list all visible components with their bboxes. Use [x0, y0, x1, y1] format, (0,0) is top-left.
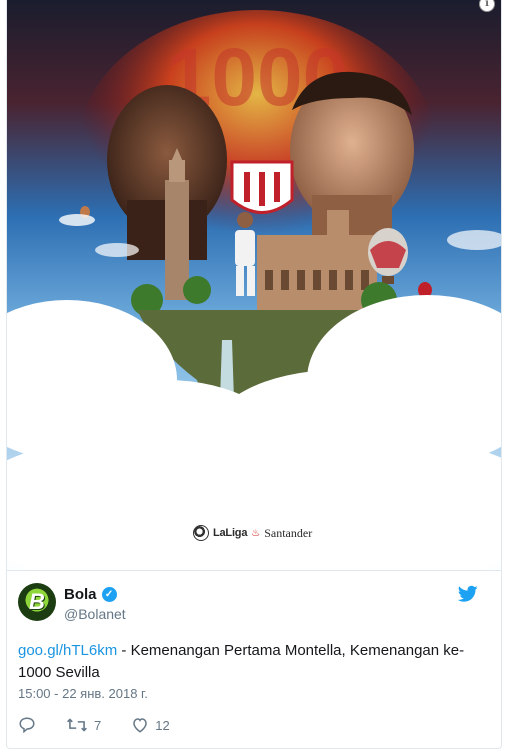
tweet-text: goo.gl/hTL6km - Kemenangan Pertama Monte… [18, 640, 480, 684]
tweet-timestamp[interactable]: 15:00 - 22 янв. 2018 г. [18, 686, 148, 701]
retweet-button[interactable]: 7 [66, 716, 101, 734]
laliga-brand: LaLiga [213, 527, 248, 539]
like-button[interactable]: 12 [131, 716, 170, 734]
laliga-logo: LaLiga ♨ Santander [193, 524, 312, 542]
tweet-header: B Bola ✓ @Bolanet [18, 583, 478, 629]
display-name[interactable]: Bola [64, 586, 97, 603]
verified-badge-icon: ✓ [101, 587, 117, 602]
tweet-card: 1000 i LaLiga ♨ Santander [6, 0, 502, 749]
tweet-link[interactable]: goo.gl/hTL6km [18, 642, 117, 659]
laliga-sponsor: Santander [264, 525, 313, 540]
like-count: 12 [155, 717, 170, 733]
twitter-bird-icon[interactable] [458, 585, 478, 603]
poster-illustration: 1000 [7, 0, 501, 570]
santander-flame-icon: ♨ [251, 527, 261, 539]
reply-button[interactable] [18, 716, 36, 734]
avatar[interactable]: B [18, 583, 56, 621]
like-heart-icon [133, 718, 147, 733]
name-row: Bola ✓ [64, 586, 117, 603]
tweet-actions: 7 12 [18, 714, 200, 736]
reply-icon [19, 717, 35, 734]
retweet-count: 7 [94, 717, 102, 733]
user-handle[interactable]: @Bolanet [64, 606, 126, 622]
retweet-icon [67, 718, 87, 732]
laliga-ball-icon [193, 525, 209, 541]
tweet-media-image[interactable]: 1000 i LaLiga ♨ Santander [7, 0, 501, 571]
